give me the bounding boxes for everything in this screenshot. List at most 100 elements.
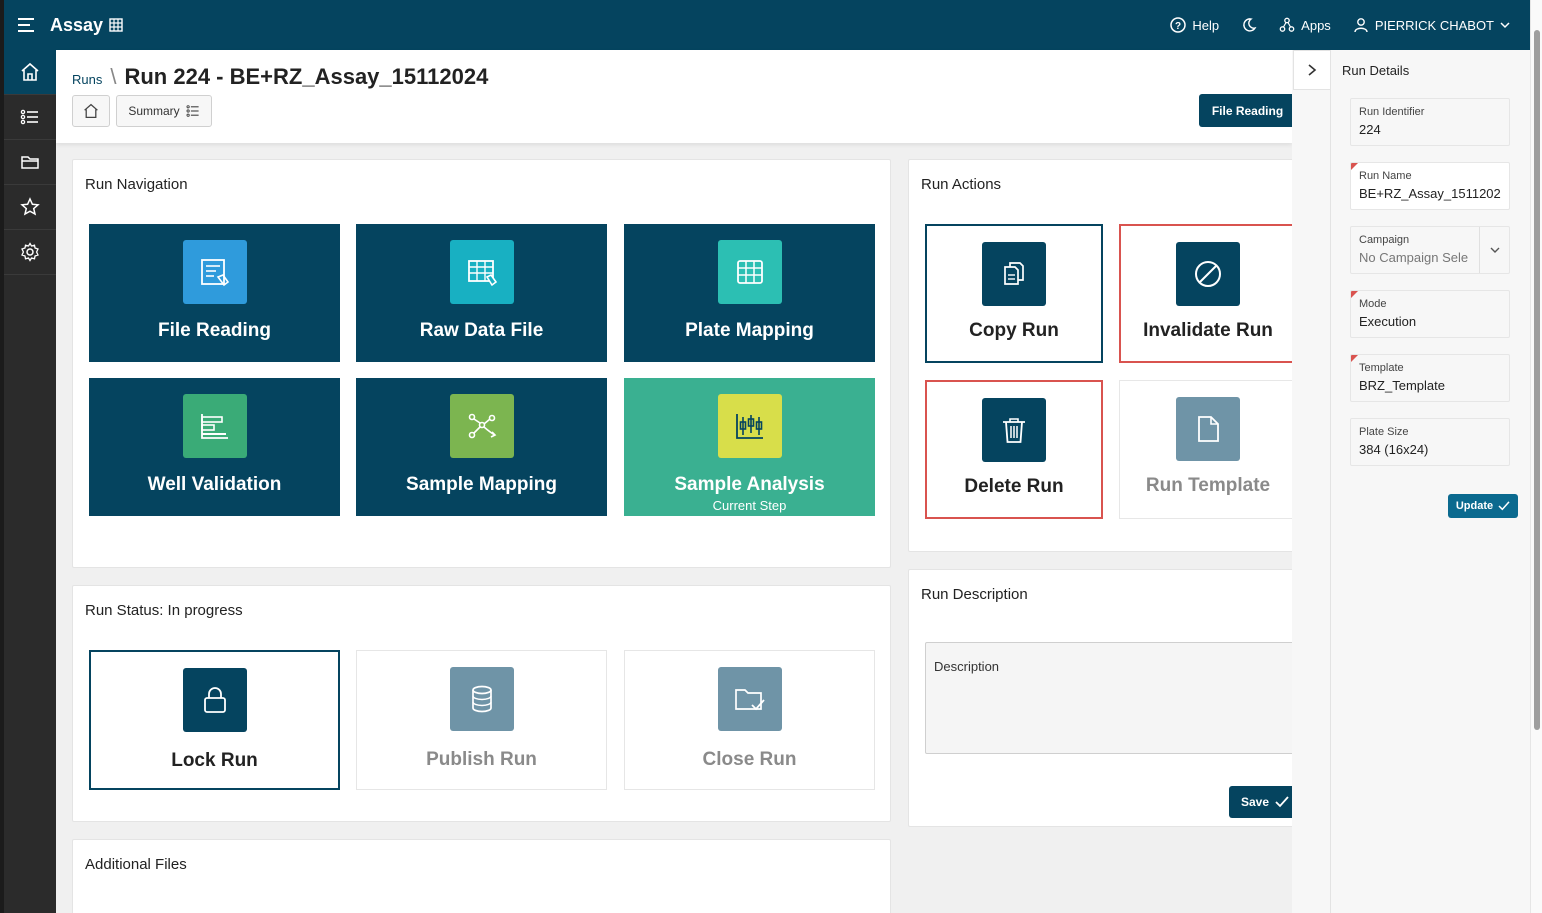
copy-run-button[interactable]: Copy Run — [925, 224, 1103, 363]
update-button[interactable]: Update — [1448, 494, 1518, 518]
campaign-dropdown-toggle[interactable] — [1479, 227, 1509, 273]
apps-menu[interactable]: Apps — [1279, 17, 1331, 33]
sidebar-item-favorites[interactable] — [4, 185, 56, 230]
svg-text:?: ? — [1175, 21, 1181, 32]
sidebar-item-list[interactable] — [4, 95, 56, 140]
run-navigation-title: Run Navigation — [85, 176, 188, 193]
home-icon — [21, 62, 39, 81]
sidebar-item-settings[interactable] — [4, 230, 56, 275]
field-value: BE+RZ_Assay_15112024 — [1359, 186, 1501, 201]
raw-data-file-icon — [449, 240, 514, 304]
collapse-panel-button[interactable] — [1293, 50, 1331, 90]
sample-analysis-icon — [717, 394, 782, 458]
run-actions-title: Run Actions — [921, 176, 1002, 193]
moon-icon — [1243, 18, 1257, 32]
field-value: No Campaign Sele — [1359, 250, 1469, 265]
action-label: Run Template — [1145, 475, 1271, 496]
publish-run-button[interactable]: Publish Run — [356, 650, 607, 790]
user-menu[interactable]: PIERRICK CHABOT — [1353, 17, 1510, 33]
app-logo[interactable]: Assay — [50, 15, 123, 36]
field-value: Execution — [1359, 314, 1417, 329]
action-label: Copy Run — [969, 320, 1059, 341]
tile-plate-mapping[interactable]: Plate Mapping — [624, 224, 875, 362]
sidebar-item-folder[interactable] — [4, 140, 56, 185]
run-navigation-region: Run Navigation File Reading Raw Data Fil… — [72, 159, 891, 568]
run-identifier-field: Run Identifier 224 — [1350, 98, 1510, 146]
current-step-label: Current Step — [712, 498, 787, 513]
run-description-title: Run Description — [921, 586, 1028, 603]
folder-icon — [21, 156, 39, 169]
description-textarea[interactable]: Description — [925, 642, 1297, 754]
scrollbar-thumb[interactable] — [1534, 30, 1540, 730]
plate-size-field: Plate Size 384 (16x24) — [1350, 418, 1510, 466]
tile-well-validation[interactable]: Well Validation — [89, 378, 340, 516]
delete-run-button[interactable]: Delete Run — [925, 380, 1103, 519]
tile-sample-analysis[interactable]: Sample Analysis Current Step — [624, 378, 875, 516]
check-icon — [1275, 796, 1289, 808]
field-label: Template — [1359, 362, 1404, 374]
apps-label: Apps — [1301, 17, 1331, 33]
database-icon — [449, 667, 514, 731]
help-icon: ? — [1170, 17, 1187, 33]
home-button[interactable] — [72, 95, 110, 127]
tile-label: File Reading — [158, 320, 271, 341]
tile-label: Plate Mapping — [685, 320, 814, 341]
lock-icon — [182, 668, 247, 732]
run-name-field[interactable]: Run Name BE+RZ_Assay_15112024 — [1350, 162, 1510, 210]
sidebar-item-home[interactable] — [4, 50, 56, 95]
grid-icon — [109, 18, 123, 32]
menu-toggle-button[interactable] — [4, 0, 50, 50]
field-label: Plate Size — [1359, 426, 1409, 438]
next-step-label: File Reading — [1211, 103, 1284, 118]
sample-mapping-icon — [449, 394, 514, 458]
tile-label: Sample Mapping — [406, 474, 557, 495]
ban-icon — [1176, 242, 1240, 306]
status-action-label: Close Run — [702, 749, 797, 770]
tile-label: Sample Analysis — [674, 474, 825, 495]
hamburger-icon — [18, 18, 34, 32]
status-action-label: Publish Run — [426, 749, 537, 770]
help-menu[interactable]: ? Help — [1170, 17, 1219, 33]
user-icon — [1354, 18, 1368, 33]
check-icon — [1498, 501, 1510, 511]
field-label: Mode — [1359, 298, 1387, 310]
invalidate-run-button[interactable]: Invalidate Run — [1119, 224, 1297, 363]
run-status-region: Run Status: In progress Lock Run Publish… — [72, 585, 891, 822]
tile-raw-data-file[interactable]: Raw Data File — [356, 224, 607, 362]
plate-grid-icon — [717, 240, 782, 304]
chevron-down-icon — [1500, 22, 1510, 29]
campaign-select[interactable]: Campaign No Campaign Sele — [1350, 226, 1510, 274]
trash-icon — [982, 398, 1046, 462]
save-label: Save — [1240, 795, 1270, 809]
run-details-title: Run Details — [1342, 63, 1410, 78]
top-navigation-bar: Assay ? Help Apps PIERRICK CHABOT — [4, 0, 1530, 50]
page-title: Run 224 - BE+RZ_Assay_15112024 — [124, 64, 489, 89]
folder-check-icon — [717, 667, 782, 731]
run-actions-region: Run Actions Copy Run Invalidate Run Dele… — [908, 159, 1313, 552]
breadcrumb-separator: \ — [110, 64, 117, 89]
run-template-button[interactable]: Run Template — [1119, 380, 1297, 519]
description-placeholder: Description — [934, 659, 1000, 674]
app-title: Assay — [50, 14, 104, 35]
template-field: Template BRZ_Template — [1350, 354, 1510, 402]
apps-icon — [1279, 17, 1295, 32]
status-action-label: Lock Run — [171, 750, 258, 771]
save-button[interactable]: Save — [1229, 786, 1301, 818]
tile-file-reading[interactable]: File Reading — [89, 224, 340, 362]
theme-toggle[interactable] — [1241, 17, 1257, 33]
summary-button[interactable]: Summary — [116, 95, 212, 127]
panel-divider — [1330, 50, 1331, 913]
breadcrumb-runs-link[interactable]: Runs — [72, 72, 102, 87]
action-label: Invalidate Run — [1143, 320, 1273, 341]
copy-icon — [982, 242, 1046, 306]
field-value: BRZ_Template — [1359, 378, 1445, 393]
additional-files-region: Additional Files — [72, 839, 891, 913]
lock-run-button[interactable]: Lock Run — [89, 650, 340, 790]
chevron-down-icon — [1490, 247, 1499, 253]
field-value: 384 (16x24) — [1359, 442, 1429, 457]
help-label: Help — [1192, 17, 1220, 33]
page-scrollbar[interactable] — [1530, 0, 1542, 913]
close-run-button[interactable]: Close Run — [624, 650, 875, 790]
tile-sample-mapping[interactable]: Sample Mapping — [356, 378, 607, 516]
summary-label: Summary — [128, 104, 180, 118]
